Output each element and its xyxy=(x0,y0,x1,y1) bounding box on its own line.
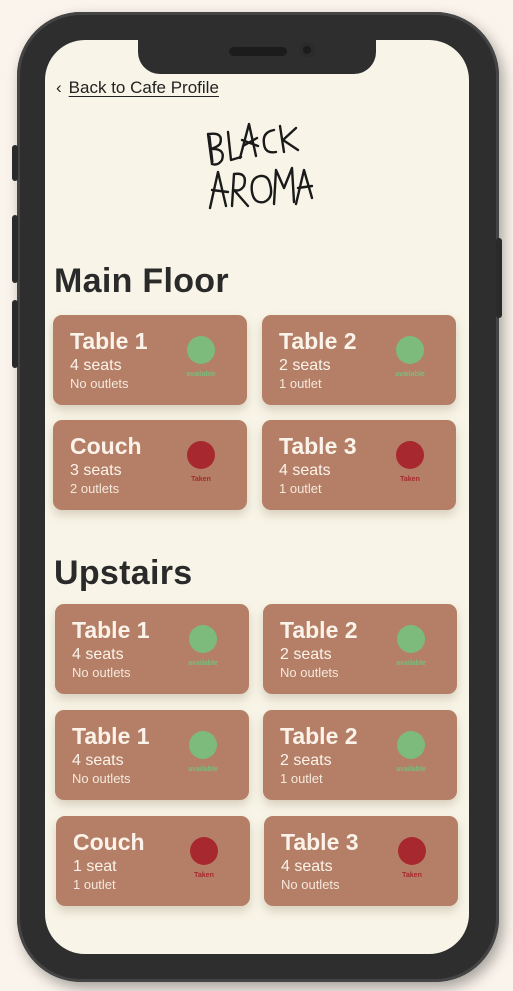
status-label: available xyxy=(396,766,426,773)
table-name: Table 1 xyxy=(72,723,150,749)
status-indicator-dot xyxy=(396,336,424,364)
table-seats: 4 seats xyxy=(72,646,124,663)
table-seats: 4 seats xyxy=(279,462,331,479)
table-card[interactable]: Table 3 4 seats 1 outlet Taken xyxy=(262,420,456,510)
status-indicator-dot xyxy=(189,625,217,653)
table-outlets: 2 outlets xyxy=(70,481,120,496)
table-outlets: 1 outlet xyxy=(73,877,116,892)
table-outlets: 1 outlet xyxy=(280,771,323,786)
table-card[interactable]: Table 2 2 seats 1 outlet available xyxy=(262,315,456,405)
status-indicator-dot xyxy=(190,837,218,865)
table-card[interactable]: Table 2 2 seats No outlets available xyxy=(263,604,457,694)
status-label: Taken xyxy=(400,476,420,483)
status-indicator-dot xyxy=(189,731,217,759)
table-seats: 4 seats xyxy=(72,752,124,769)
back-to-cafe-profile-link[interactable]: ‹ Back to Cafe Profile xyxy=(56,78,219,98)
status-label: available xyxy=(395,371,425,378)
black-aroma-logo xyxy=(206,122,314,210)
table-card[interactable]: Couch 1 seat 1 outlet Taken xyxy=(56,816,250,906)
table-outlets: No outlets xyxy=(72,771,131,786)
status-label: Taken xyxy=(191,476,211,483)
table-seats: 2 seats xyxy=(279,357,331,374)
table-name: Couch xyxy=(70,433,142,459)
phone-notch xyxy=(138,40,376,74)
back-link-label: Back to Cafe Profile xyxy=(68,78,219,97)
phone-volume-up-button xyxy=(12,215,18,283)
table-card[interactable]: Table 2 2 seats 1 outlet available xyxy=(263,710,457,800)
table-card[interactable]: Couch 3 seats 2 outlets Taken xyxy=(53,420,247,510)
status-indicator-dot xyxy=(396,441,424,469)
status-label: available xyxy=(188,660,218,667)
table-outlets: No outlets xyxy=(281,877,340,892)
table-name: Table 3 xyxy=(279,433,357,459)
table-card[interactable]: Table 3 4 seats No outlets Taken xyxy=(264,816,458,906)
table-name: Couch xyxy=(73,829,145,855)
table-outlets: 1 outlet xyxy=(279,481,322,496)
table-card[interactable]: Table 1 4 seats No outlets available xyxy=(53,315,247,405)
table-name: Table 2 xyxy=(279,328,357,354)
table-name: Table 1 xyxy=(72,617,150,643)
status-indicator-dot xyxy=(187,336,215,364)
status-indicator-dot xyxy=(398,837,426,865)
table-outlets: No outlets xyxy=(280,665,339,680)
table-seats: 4 seats xyxy=(281,858,333,875)
phone-camera xyxy=(300,43,314,57)
status-indicator-dot xyxy=(397,731,425,759)
table-name: Table 1 xyxy=(70,328,148,354)
status-label: available xyxy=(186,371,216,378)
table-outlets: No outlets xyxy=(70,376,129,391)
section-title-upstairs: Upstairs xyxy=(54,554,193,592)
table-seats: 1 seat xyxy=(73,858,117,875)
table-seats: 3 seats xyxy=(70,462,122,479)
table-seats: 2 seats xyxy=(280,646,332,663)
phone-speaker xyxy=(229,47,287,56)
status-label: available xyxy=(188,766,218,773)
chevron-left-icon: ‹ xyxy=(56,78,62,97)
table-card[interactable]: Table 1 4 seats No outlets available xyxy=(55,604,249,694)
section-title-main-floor: Main Floor xyxy=(54,262,229,300)
phone-side-button xyxy=(12,145,18,181)
phone-power-button xyxy=(496,238,502,318)
table-seats: 2 seats xyxy=(280,752,332,769)
table-outlets: 1 outlet xyxy=(279,376,322,391)
status-label: Taken xyxy=(402,872,422,879)
table-name: Table 2 xyxy=(280,617,358,643)
table-name: Table 3 xyxy=(281,829,359,855)
table-card[interactable]: Table 1 4 seats No outlets available xyxy=(55,710,249,800)
status-label: available xyxy=(396,660,426,667)
status-indicator-dot xyxy=(187,441,215,469)
table-outlets: No outlets xyxy=(72,665,131,680)
table-name: Table 2 xyxy=(280,723,358,749)
status-indicator-dot xyxy=(397,625,425,653)
table-seats: 4 seats xyxy=(70,357,122,374)
phone-volume-down-button xyxy=(12,300,18,368)
status-label: Taken xyxy=(194,872,214,879)
